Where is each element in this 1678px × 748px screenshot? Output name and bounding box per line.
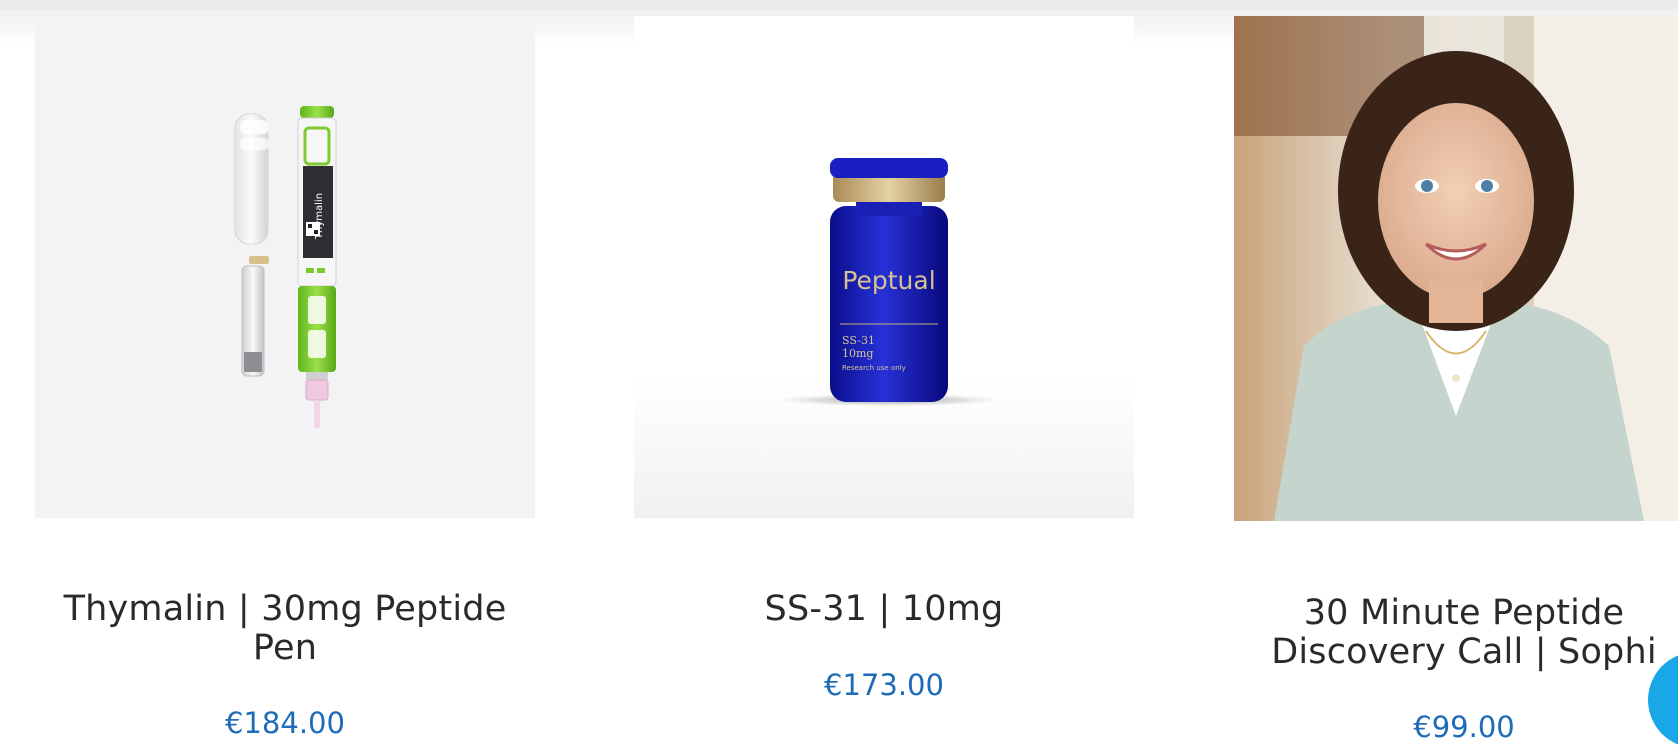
product-image-vial[interactable]: Peptual SS-31 10mg Research use only: [634, 16, 1134, 518]
product-title[interactable]: 30 Minute Peptide Discovery Call | Sophi: [1234, 594, 1678, 672]
vial-illustration: Peptual SS-31 10mg Research use only: [779, 158, 999, 406]
product-price: €173.00: [824, 668, 944, 702]
vial-brand: Peptual: [842, 266, 935, 295]
product-title[interactable]: Thymalin | 30mg Peptide Pen: [35, 590, 535, 668]
product-title[interactable]: SS-31 | 10mg: [634, 590, 1134, 629]
portrait-illustration: [1234, 16, 1678, 521]
product-price: €99.00: [1413, 710, 1515, 744]
product-image-peptide-pen[interactable]: Thymalin: [35, 16, 535, 518]
header-bottom-edge: [0, 0, 1678, 10]
vial-compound: SS-31: [842, 334, 875, 347]
product-price: €184.00: [225, 706, 345, 740]
vial-disclaimer: Research use only: [842, 364, 906, 372]
product-image-portrait[interactable]: [1234, 16, 1678, 521]
peptide-pen-illustration: Thymalin: [234, 106, 337, 428]
vial-dose: 10mg: [842, 347, 873, 360]
